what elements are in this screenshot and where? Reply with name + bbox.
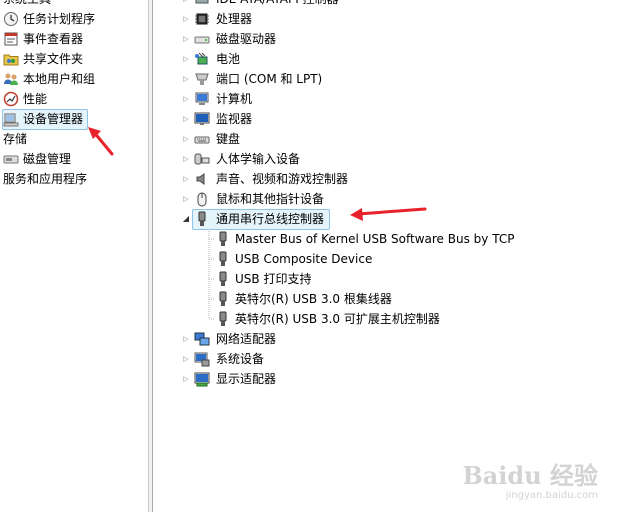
clock-icon — [3, 11, 19, 27]
tree-item-label: 性能 — [23, 92, 48, 106]
watermark-logo: Baidu 经验 — [462, 461, 598, 490]
tree-item-device-manager[interactable]: 设备管理器 — [3, 109, 87, 129]
tree-connector-lines — [208, 229, 214, 320]
tree-item-label: 共享文件夹 — [23, 52, 84, 66]
baidu-watermark: Baidu 经验 jingyan.baidu.com — [462, 462, 598, 502]
watermark-url: jingyan.baidu.com — [505, 490, 598, 501]
tree-item-label: 事件查看器 — [23, 32, 84, 46]
tree-item-label: 设备管理器 — [23, 112, 84, 126]
tree-item-shared-folders[interactable]: 共享文件夹 — [3, 49, 143, 69]
tree-item-label: 系统工具 — [3, 0, 51, 9]
device-manager-icon — [3, 111, 19, 127]
tree-item-task-scheduler[interactable]: 任务计划程序 — [3, 9, 143, 29]
disk-management-icon — [3, 151, 19, 167]
tree-item-label: 服务和应用程序 — [3, 172, 88, 186]
device-tree-pane: ▷ IDE ATA/ATAPI 控制器 ▷ 处理器 ▷ 磁盘驱动器 ▷ 电池 ▷ — [153, 0, 624, 512]
tree-item-disk-management[interactable]: 磁盘管理 — [3, 149, 143, 169]
tree-item-label: 本地用户和组 — [23, 72, 96, 86]
users-icon — [3, 71, 19, 87]
shared-folder-icon — [3, 51, 19, 67]
console-tree-pane: 系统工具 任务计划程序 事件查看器 共享文件夹 本地用户和组 性能 — [0, 0, 148, 512]
tree-item-performance[interactable]: 性能 — [3, 89, 143, 109]
tree-item-label: 任务计划程序 — [23, 12, 96, 26]
tree-item-event-viewer[interactable]: 事件查看器 — [3, 29, 143, 49]
performance-icon — [3, 91, 19, 107]
tree-item-label: 存储 — [3, 132, 28, 146]
tree-item-label: 磁盘管理 — [23, 152, 72, 166]
event-viewer-icon — [3, 31, 19, 47]
tree-item-local-users[interactable]: 本地用户和组 — [3, 69, 143, 89]
